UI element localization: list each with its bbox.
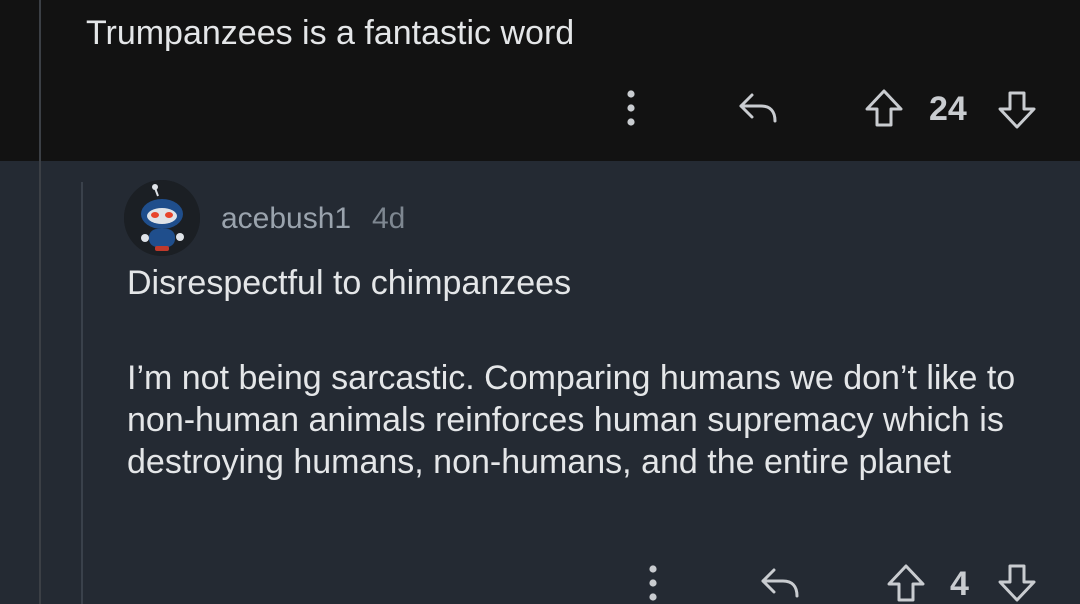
reply-downvote-button[interactable] xyxy=(995,562,1039,604)
upvote-arrow-icon xyxy=(865,89,903,127)
comment-thread: Trumpanzees is a fantastic word 24 acebu… xyxy=(0,0,1080,604)
parent-downvote-button[interactable] xyxy=(995,88,1039,132)
comment-age: 4d xyxy=(372,202,406,235)
username-link[interactable]: acebush1 xyxy=(221,200,351,238)
downvote-arrow-icon xyxy=(998,91,1036,129)
parent-reply-button[interactable] xyxy=(735,86,783,130)
parent-upvote-button[interactable] xyxy=(862,86,906,130)
parent-comment: Trumpanzees is a fantastic word 24 xyxy=(0,0,1080,161)
parent-comment-body: Trumpanzees is a fantastic word xyxy=(86,14,575,52)
snoo-avatar-icon xyxy=(124,180,200,256)
reply-score: 4 xyxy=(950,565,969,603)
reply-more-button[interactable] xyxy=(638,562,668,604)
more-vertical-icon xyxy=(627,90,635,126)
reply-paragraph: Disrespectful to chimpanzees xyxy=(127,264,572,302)
downvote-arrow-icon xyxy=(998,564,1036,602)
thread-line-outer xyxy=(39,0,41,604)
reply-paragraph: I’m not being sarcastic. Comparing human… xyxy=(127,359,1016,481)
parent-more-button[interactable] xyxy=(616,86,646,130)
thread-line-inner xyxy=(81,182,83,604)
reply-upvote-button[interactable] xyxy=(884,562,928,604)
reply-arrow-icon xyxy=(761,568,799,598)
reply-reply-button[interactable] xyxy=(757,562,805,604)
more-vertical-icon xyxy=(649,565,657,601)
reply-arrow-icon xyxy=(739,93,777,123)
upvote-arrow-icon xyxy=(887,564,925,602)
parent-score: 24 xyxy=(929,90,967,128)
avatar[interactable] xyxy=(124,180,200,256)
